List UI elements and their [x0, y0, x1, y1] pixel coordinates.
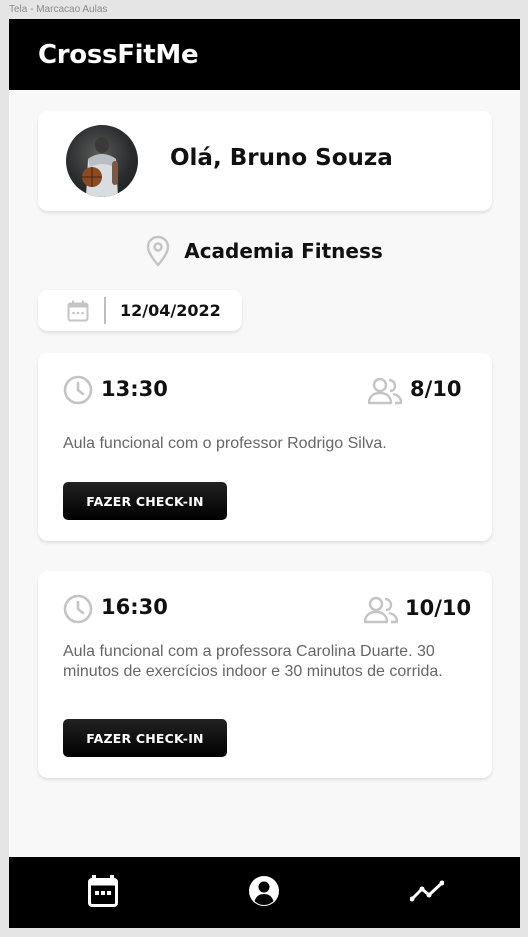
avatar[interactable]: [66, 125, 138, 197]
app-title: CrossFitMe: [38, 39, 199, 70]
gym-name: Academia Fitness: [184, 239, 383, 263]
calendar-icon: [88, 875, 118, 911]
people-icon: [363, 596, 399, 624]
class-time: 13:30: [101, 377, 168, 401]
clock-icon: [63, 594, 93, 624]
class-description: Aula funcional com a professora Carolina…: [63, 643, 443, 680]
nav-schedule-button[interactable]: [85, 875, 121, 911]
checkin-button[interactable]: FAZER CHECK-IN: [63, 719, 227, 757]
date-text: 12/04/2022: [120, 301, 221, 320]
date-divider: [104, 297, 106, 324]
phone-screen: CrossFitMe Olá, Bruno Souza Academia Fit…: [9, 19, 520, 928]
date-selector[interactable]: 12/04/2022: [38, 290, 242, 331]
nav-stats-button[interactable]: [409, 875, 445, 911]
chart-line-icon: [409, 880, 445, 906]
calendar-icon: [67, 300, 89, 322]
checkin-button[interactable]: FAZER CHECK-IN: [63, 482, 227, 520]
greeting-text: Olá, Bruno Souza: [170, 145, 393, 171]
location-row: Academia Fitness: [9, 233, 520, 269]
clock-icon: [63, 375, 93, 405]
class-occupancy: 8/10: [410, 377, 462, 401]
class-occupancy: 10/10: [405, 596, 472, 620]
class-card: 16:30 10/10 Aula funcional com a profess…: [38, 571, 492, 778]
profile-card: Olá, Bruno Souza: [38, 111, 492, 211]
app-header: CrossFitMe: [9, 19, 520, 90]
nav-profile-button[interactable]: [246, 875, 282, 911]
user-circle-icon: [248, 875, 280, 911]
class-time: 16:30: [101, 595, 168, 619]
people-icon: [367, 377, 403, 405]
frame-label: Tela - Marcacao Aulas: [9, 4, 108, 15]
map-pin-icon: [146, 235, 170, 267]
bottom-nav: [9, 857, 520, 928]
class-card: 13:30 8/10 Aula funcional com o professo…: [38, 353, 492, 541]
class-description: Aula funcional com o professor Rodrigo S…: [63, 435, 387, 452]
